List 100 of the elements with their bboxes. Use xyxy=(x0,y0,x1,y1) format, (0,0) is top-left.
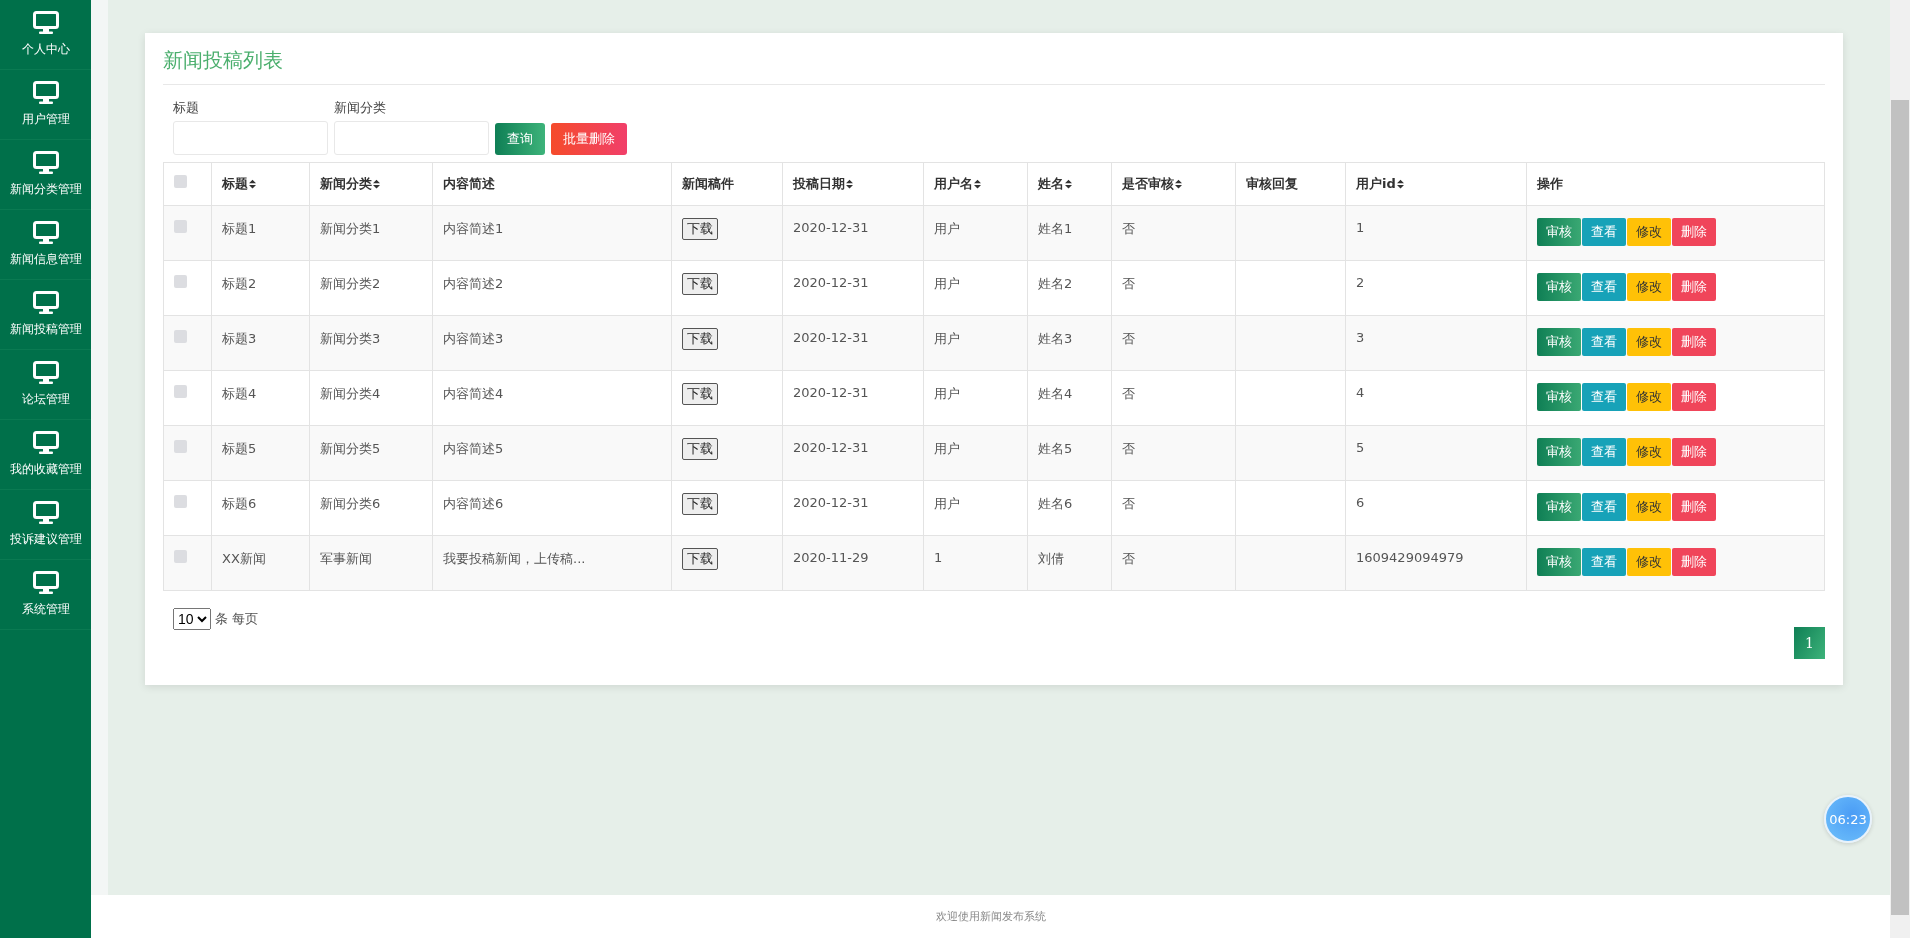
table-cell: 否 xyxy=(1111,370,1236,426)
checkbox[interactable] xyxy=(174,175,187,188)
column-header[interactable]: 审核回复 xyxy=(1235,162,1346,206)
table-cell: 2020-12-31 xyxy=(782,260,924,316)
column-header[interactable]: 是否审核 xyxy=(1111,162,1236,206)
table-cell: 否 xyxy=(1111,480,1236,536)
search-button[interactable]: 查询 xyxy=(495,123,545,155)
table-cell: 2020-11-29 xyxy=(782,535,924,591)
footer-text: 欢迎使用新闻发布系统 xyxy=(935,909,1046,924)
review-button[interactable]: 审核 xyxy=(1537,218,1581,246)
download-button[interactable]: 下载 xyxy=(682,218,718,240)
review-button[interactable]: 审核 xyxy=(1537,383,1581,411)
column-header[interactable]: 标题 xyxy=(211,162,310,206)
scrollbar-thumb[interactable] xyxy=(1891,100,1909,915)
table-cell: 标题5 xyxy=(211,425,310,481)
table-cell: 标题3 xyxy=(211,315,310,371)
table-cell: 姓名2 xyxy=(1027,260,1112,316)
monitor-icon xyxy=(32,501,59,525)
delete-button[interactable]: 删除 xyxy=(1672,493,1716,521)
table-cell: 标题2 xyxy=(211,260,310,316)
edit-button[interactable]: 修改 xyxy=(1627,493,1671,521)
column-header[interactable]: 新闻分类 xyxy=(309,162,433,206)
table-cell: 1609429094979 xyxy=(1345,535,1527,591)
monitor-icon xyxy=(32,431,59,455)
table-cell: 内容简述6 xyxy=(432,480,672,536)
edit-button[interactable]: 修改 xyxy=(1627,328,1671,356)
checkbox[interactable] xyxy=(174,440,187,453)
monitor-icon xyxy=(32,11,59,35)
monitor-icon xyxy=(32,571,59,595)
sort-icon xyxy=(846,179,853,189)
download-button[interactable]: 下载 xyxy=(682,438,718,460)
table-cell: 否 xyxy=(1111,315,1236,371)
download-button[interactable]: 下载 xyxy=(682,328,718,350)
table-cell: 4 xyxy=(1345,370,1527,426)
table-cell: 2 xyxy=(1345,260,1527,316)
table-cell: 姓名5 xyxy=(1027,425,1112,481)
column-header[interactable]: 姓名 xyxy=(1027,162,1112,206)
delete-button[interactable]: 删除 xyxy=(1672,548,1716,576)
table-cell: 内容简述3 xyxy=(432,315,672,371)
sort-icon xyxy=(974,179,981,189)
column-header[interactable]: 用户名 xyxy=(923,162,1028,206)
table-cell: 内容简述4 xyxy=(432,370,672,426)
table-cell: 用户 xyxy=(923,425,1028,481)
review-button[interactable]: 审核 xyxy=(1537,548,1581,576)
delete-button[interactable]: 删除 xyxy=(1672,218,1716,246)
table-cell: 内容简述5 xyxy=(432,425,672,481)
page-size-select[interactable]: 10 xyxy=(173,608,211,630)
scrollbar[interactable] xyxy=(1890,0,1910,938)
delete-button[interactable]: 删除 xyxy=(1672,273,1716,301)
column-header[interactable]: 新闻稿件 xyxy=(671,162,783,206)
download-button[interactable]: 下载 xyxy=(682,548,718,570)
edit-button[interactable]: 修改 xyxy=(1627,383,1671,411)
review-button[interactable]: 审核 xyxy=(1537,493,1581,521)
checkbox[interactable] xyxy=(174,220,187,233)
table-cell: 3 xyxy=(1345,315,1527,371)
monitor-icon xyxy=(32,291,59,315)
table-cell: XX新闻 xyxy=(211,535,310,591)
monitor-icon xyxy=(32,81,59,105)
checkbox[interactable] xyxy=(174,550,187,563)
column-header[interactable]: 用户id xyxy=(1345,162,1527,206)
table-cell: 否 xyxy=(1111,205,1236,261)
page-size-label: 条 每页 xyxy=(215,610,259,628)
sort-icon xyxy=(249,179,256,189)
table-cell: 5 xyxy=(1345,425,1527,481)
edit-button[interactable]: 修改 xyxy=(1627,273,1671,301)
sort-icon xyxy=(1065,179,1072,189)
table-cell: 用户 xyxy=(923,480,1028,536)
checkbox[interactable] xyxy=(174,495,187,508)
table-cell: 否 xyxy=(1111,425,1236,481)
delete-button[interactable]: 删除 xyxy=(1672,438,1716,466)
monitor-icon xyxy=(32,361,59,385)
review-button[interactable]: 审核 xyxy=(1537,438,1581,466)
table-cell: 2020-12-31 xyxy=(782,315,924,371)
table-cell: 2020-12-31 xyxy=(782,480,924,536)
batch-delete-button[interactable]: 批量删除 xyxy=(551,123,627,155)
checkbox[interactable] xyxy=(174,385,187,398)
table-cell: 否 xyxy=(1111,260,1236,316)
edit-button[interactable]: 修改 xyxy=(1627,438,1671,466)
column-header[interactable]: 操作 xyxy=(1526,162,1825,206)
checkbox[interactable] xyxy=(174,330,187,343)
checkbox[interactable] xyxy=(174,275,187,288)
delete-button[interactable]: 删除 xyxy=(1672,383,1716,411)
field-label: 新闻分类 xyxy=(334,99,387,117)
download-button[interactable]: 下载 xyxy=(682,273,718,295)
column-header[interactable]: 内容简述 xyxy=(432,162,672,206)
table-cell: 用户 xyxy=(923,315,1028,371)
table-cell: 新闻分类6 xyxy=(309,480,433,536)
table-cell: 内容简述1 xyxy=(432,205,672,261)
table-cell: 姓名3 xyxy=(1027,315,1112,371)
download-button[interactable]: 下载 xyxy=(682,383,718,405)
page-button[interactable]: 1 xyxy=(1794,627,1825,659)
download-button[interactable]: 下载 xyxy=(682,493,718,515)
review-button[interactable]: 审核 xyxy=(1537,328,1581,356)
edit-button[interactable]: 修改 xyxy=(1627,548,1671,576)
delete-button[interactable]: 删除 xyxy=(1672,328,1716,356)
table-cell: 2020-12-31 xyxy=(782,205,924,261)
column-header[interactable]: 投稿日期 xyxy=(782,162,924,206)
review-button[interactable]: 审核 xyxy=(1537,273,1581,301)
field-label: 标题 xyxy=(173,99,200,117)
edit-button[interactable]: 修改 xyxy=(1627,218,1671,246)
